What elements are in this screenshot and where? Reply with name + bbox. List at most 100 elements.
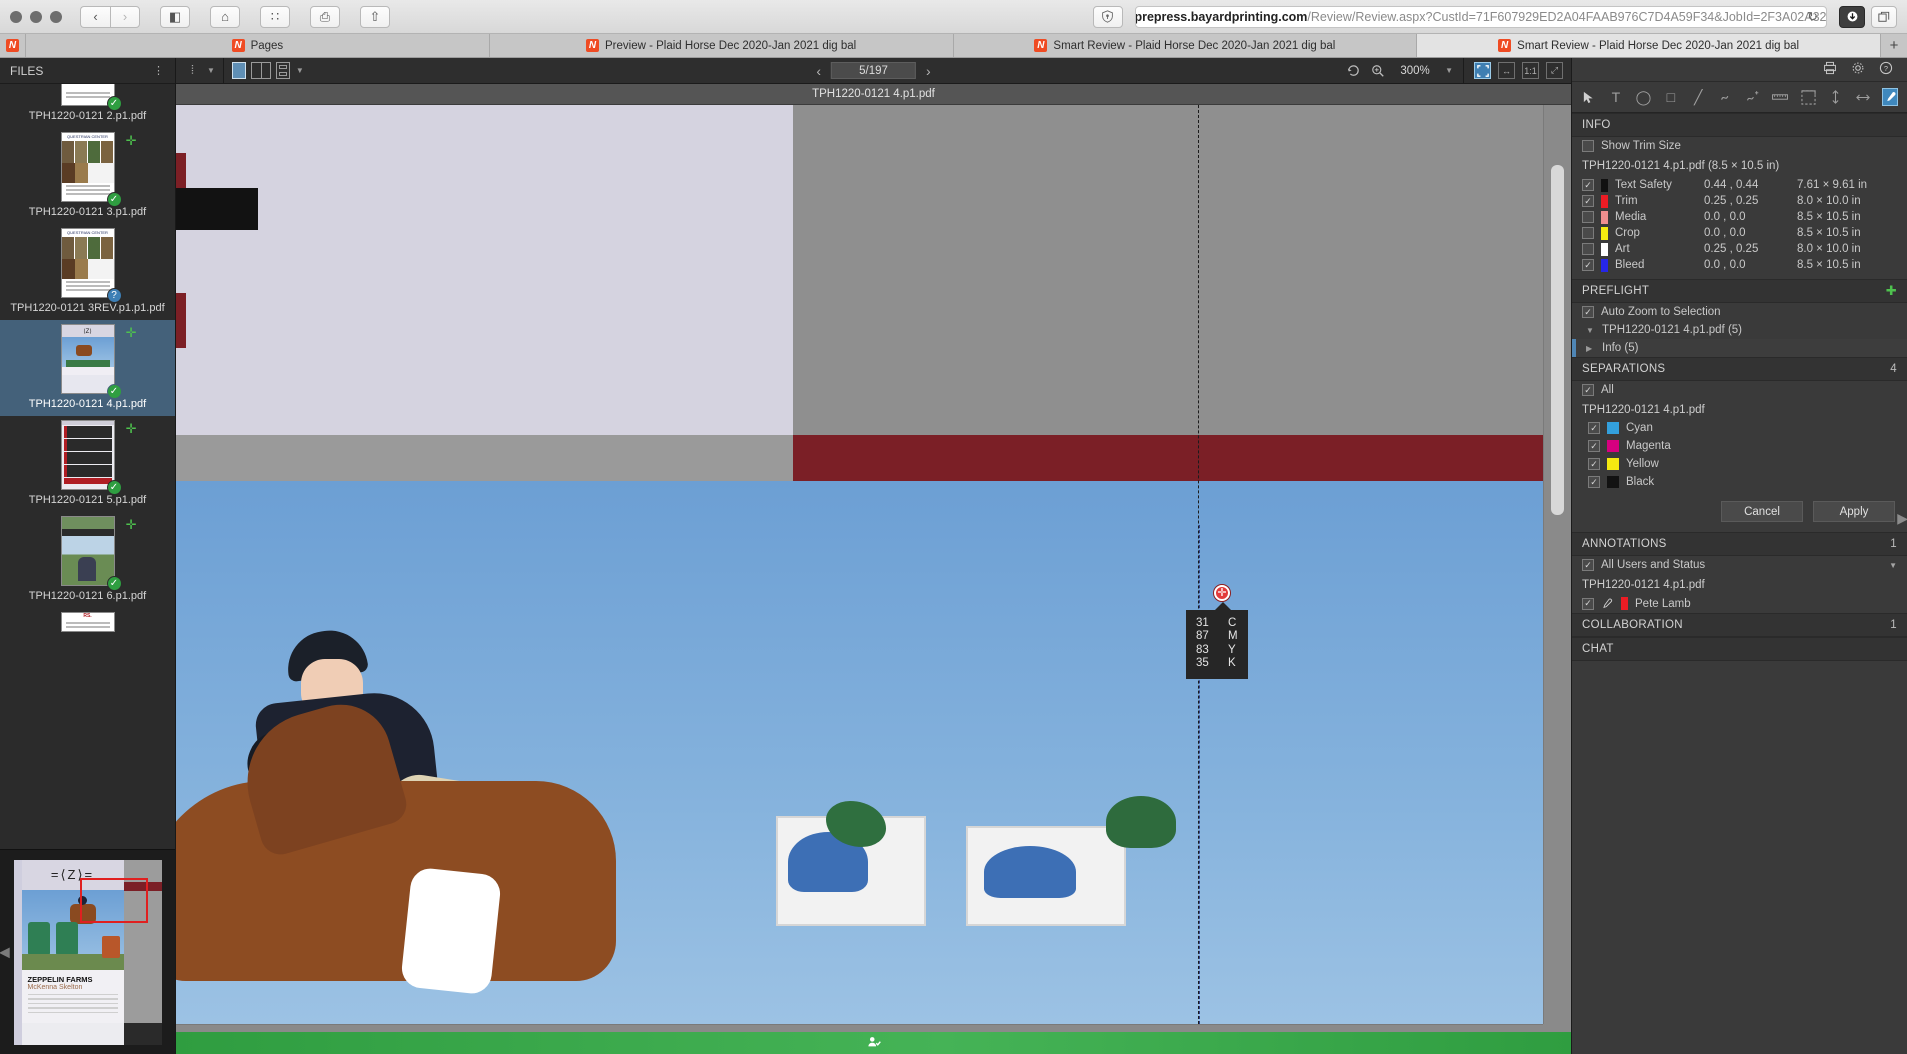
file-item[interactable]: ✛ ✓ TPH1220-0121 5.p1.pdf [0, 416, 175, 512]
separations-all-checkbox[interactable]: ✓ [1582, 384, 1594, 396]
tab-bar[interactable]: N N Pages N Preview - Plaid Horse Dec 20… [0, 34, 1907, 58]
tab-preview[interactable]: N Preview - Plaid Horse Dec 2020-Jan 202… [489, 34, 954, 57]
art-checkbox[interactable]: ✓ [1582, 243, 1594, 255]
separations-all-row[interactable]: ✓ All [1572, 381, 1907, 399]
horizontal-measure-tool-icon[interactable] [1855, 88, 1870, 106]
zoom-level-input[interactable]: 300% [1393, 62, 1438, 79]
ruler-tool-icon[interactable] [1772, 88, 1789, 106]
show-trim-size-checkbox[interactable]: ✓ [1582, 140, 1594, 152]
page-box-row[interactable]: ✓ Media 0.0 , 0.0 8.5 × 10.5 in [1582, 209, 1897, 225]
reload-icon[interactable]: ↻ [1807, 9, 1818, 25]
trim-checkbox[interactable]: ✓ [1582, 195, 1594, 207]
chevron-down-icon[interactable]: ▼ [1889, 561, 1897, 570]
annotations-section-header[interactable]: ANNOTATIONS 1 [1572, 532, 1907, 556]
page-box-row[interactable]: ✓ Art 0.25 , 0.25 8.0 × 10.0 in [1582, 241, 1897, 257]
cyan-checkbox[interactable]: ✓ [1588, 422, 1600, 434]
magnifier-icon[interactable] [1369, 62, 1386, 79]
tab-0[interactable]: N [0, 34, 26, 57]
info-section-header[interactable]: INFO [1572, 113, 1907, 137]
approval-status-strip[interactable] [176, 1032, 1571, 1054]
preflight-file-row[interactable]: ▼ TPH1220-0121 4.p1.pdf (5) [1572, 321, 1907, 339]
file-item[interactable]: QUESTRIAN CENTER ✛ ✓ TPH1220-0121 3.p1.p… [0, 128, 175, 224]
rotate-icon[interactable] [1345, 62, 1362, 79]
add-freehand-tool-icon[interactable] [1745, 88, 1760, 106]
collaboration-section-header[interactable]: COLLABORATION 1 [1572, 613, 1907, 637]
rectangle-tool-icon[interactable]: □ [1663, 88, 1678, 106]
page-layout-group[interactable]: ▼ [224, 62, 312, 79]
preflight-section-header[interactable]: PREFLIGHT ✚ [1572, 279, 1907, 303]
text-tool-icon[interactable]: T [1608, 88, 1623, 106]
fit-page-button[interactable]: ⤢ [1546, 62, 1563, 79]
tab-smart-review-1[interactable]: N Smart Review - Plaid Horse Dec 2020-Ja… [953, 34, 1418, 57]
files-list[interactable]: ✓ TPH1220-0121 2.p1.pdf QUESTRIAN CENTER [0, 84, 175, 849]
collapse-left-panel-icon[interactable]: ◀ [0, 944, 10, 961]
file-item[interactable]: RS. [0, 608, 175, 638]
chevron-down-icon[interactable]: ▼ [207, 66, 215, 75]
separation-row[interactable]: ✓ Black [1572, 473, 1907, 491]
zoom-window-button[interactable] [50, 10, 62, 23]
window-controls[interactable] [10, 10, 62, 23]
cancel-button[interactable]: Cancel [1721, 501, 1803, 522]
black-checkbox[interactable]: ✓ [1588, 476, 1600, 488]
media-checkbox[interactable]: ✓ [1582, 211, 1594, 223]
measure-box-tool-icon[interactable] [1800, 88, 1816, 106]
show-trim-size-row[interactable]: ✓ Show Trim Size [1572, 137, 1907, 155]
user-visibility-checkbox[interactable]: ✓ [1582, 597, 1594, 610]
page-navigation[interactable]: ‹ 5/197 › [816, 62, 931, 79]
fit-width-button[interactable]: ↔ [1498, 62, 1515, 79]
fit-selection-button[interactable] [1474, 62, 1491, 79]
color-picker-marker[interactable]: ✛ [1214, 585, 1230, 601]
nav-buttons[interactable]: ‹ › [80, 5, 140, 28]
pointer-tool-icon[interactable] [1581, 88, 1596, 106]
preflight-info-row[interactable]: ▶ Info (5) [1572, 339, 1907, 357]
actual-size-button[interactable]: 1:1 [1522, 62, 1539, 79]
file-item-selected[interactable]: ⟨Z⟩ ✛ ✓ TPH1220-0121 4.p1.pdf [0, 320, 175, 416]
download-icon[interactable] [1839, 5, 1865, 28]
file-item[interactable]: ✓ TPH1220-0121 2.p1.pdf [0, 84, 175, 128]
previous-page-button[interactable]: ‹ [816, 63, 821, 79]
crop-checkbox[interactable]: ✓ [1582, 227, 1594, 239]
freehand-tool-icon[interactable] [1718, 88, 1733, 106]
page-box-row[interactable]: ✓ Bleed 0.0 , 0.0 8.5 × 10.5 in [1582, 257, 1897, 273]
gear-icon[interactable] [1851, 61, 1865, 78]
magenta-checkbox[interactable]: ✓ [1588, 440, 1600, 452]
view-options-icon[interactable]: ⦙ [184, 62, 201, 79]
annotation-toolbar[interactable]: T ◯ □ ╱ [1572, 82, 1907, 113]
apply-button[interactable]: Apply [1813, 501, 1895, 522]
chevron-down-icon[interactable]: ▼ [1586, 326, 1596, 335]
tab-pages[interactable]: N Pages [26, 34, 490, 57]
bleed-checkbox[interactable]: ✓ [1582, 259, 1594, 271]
eyedropper-tool-icon[interactable] [1882, 88, 1898, 106]
page-navigator-preview[interactable]: =⟨Z⟩= ZEPPELIN FARMS McKenna Skelton ◀ [0, 849, 175, 1054]
file-item[interactable]: ✛ ✓ TPH1220-0121 6.p1.pdf [0, 512, 175, 608]
annotation-user-row[interactable]: ✓ Pete Lamb [1572, 594, 1907, 613]
vertical-scrollbar-thumb[interactable] [1551, 165, 1564, 515]
chevron-right-icon[interactable]: ▶ [1586, 344, 1596, 353]
files-menu-icon[interactable]: ⋮ [153, 64, 165, 77]
chevron-down-icon[interactable]: ▼ [1445, 66, 1453, 75]
collapse-right-panel-icon[interactable]: ▶ [1897, 510, 1907, 527]
line-tool-icon[interactable]: ╱ [1691, 88, 1706, 106]
home-button[interactable]: ⌂ [210, 5, 240, 28]
share-button[interactable]: ⇧ [360, 5, 390, 28]
vertical-measure-tool-icon[interactable] [1828, 88, 1843, 106]
separation-row[interactable]: ✓ Cyan [1572, 419, 1907, 437]
page-box-row[interactable]: ✓ Crop 0.0 , 0.0 8.5 × 10.5 in [1582, 225, 1897, 241]
zoom-controls[interactable]: 300% ▼ ↔ 1:1 ⤢ [1345, 57, 1571, 84]
two-page-icon[interactable] [250, 62, 271, 79]
separations-section-header[interactable]: SEPARATIONS 4 [1572, 357, 1907, 381]
page-box-row[interactable]: ✓ Trim 0.25 , 0.25 8.0 × 10.0 in [1582, 193, 1897, 209]
single-page-icon[interactable] [231, 62, 246, 79]
add-preflight-icon[interactable]: ✚ [1886, 283, 1897, 299]
file-item[interactable]: QUESTRIAN CENTER ? TPH1220-0121 3REV.p1.… [0, 224, 175, 320]
new-tab-button[interactable]: + [1881, 34, 1907, 57]
page-number-input[interactable]: 5/197 [831, 62, 916, 79]
scroll-page-icon[interactable] [275, 62, 290, 79]
print-button[interactable]: ⎙ [310, 5, 340, 28]
minimize-window-button[interactable] [30, 10, 42, 23]
tab-overview-icon[interactable] [1871, 5, 1897, 28]
vertical-scrollbar[interactable] [1543, 105, 1571, 1024]
chevron-down-icon[interactable]: ▼ [296, 66, 304, 75]
view-options-group[interactable]: ⦙ ▼ [176, 62, 223, 79]
sidebar-toggle-button[interactable]: ◧ [160, 5, 190, 28]
